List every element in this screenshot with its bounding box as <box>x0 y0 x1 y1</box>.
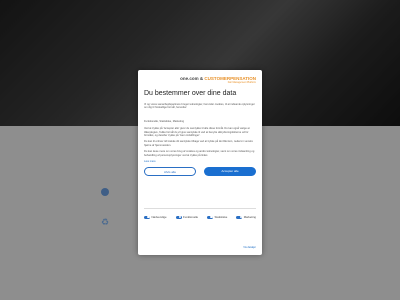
toggle-marketing[interactable]: Marketing <box>236 215 256 219</box>
consent-dialog: one.com & CUSTOMERPENSATION Fair Managem… <box>138 70 262 255</box>
toggle-switch-icon <box>144 215 150 219</box>
consent-text-3: Du kan læse mere om vores brug af cookie… <box>144 150 255 157</box>
consent-toggles: Nødvendige Funktionelle Statistiske Mark… <box>144 208 256 219</box>
read-more-link[interactable]: Læs mere <box>144 160 256 163</box>
recycle-icon: ♻ <box>101 217 110 227</box>
brand-tagline: Fair Management Platform <box>227 81 256 84</box>
dialog-title: Du bestemmer over dine data <box>144 90 237 97</box>
toggle-functional[interactable]: Funktionelle <box>175 215 198 219</box>
accept-all-button[interactable]: Accepter alle <box>204 167 256 177</box>
toggle-switch-icon <box>236 215 243 219</box>
categories-text: Funktionelle, Statistiske, Marketing <box>144 119 185 123</box>
consent-text-1: Ved at trykke på 'Accepter alle' giver d… <box>144 127 250 138</box>
intro-text: Vi og vores samarbejdspartnere bruger te… <box>144 103 255 110</box>
toggle-switch-icon <box>207 215 214 219</box>
action-buttons: Afvis alle Accepter alle <box>144 167 256 177</box>
consent-text-2: Du kan til enhver tid trække dit samtykk… <box>144 140 253 147</box>
show-details-link[interactable]: Vis detaljer <box>243 246 256 249</box>
toggle-switch-icon <box>175 215 182 219</box>
toggle-statistics[interactable]: Statistiske <box>207 215 227 219</box>
globe-icon <box>101 188 109 196</box>
reject-all-button[interactable]: Afvis alle <box>144 167 196 177</box>
toggle-necessary[interactable]: Nødvendige <box>144 215 167 219</box>
